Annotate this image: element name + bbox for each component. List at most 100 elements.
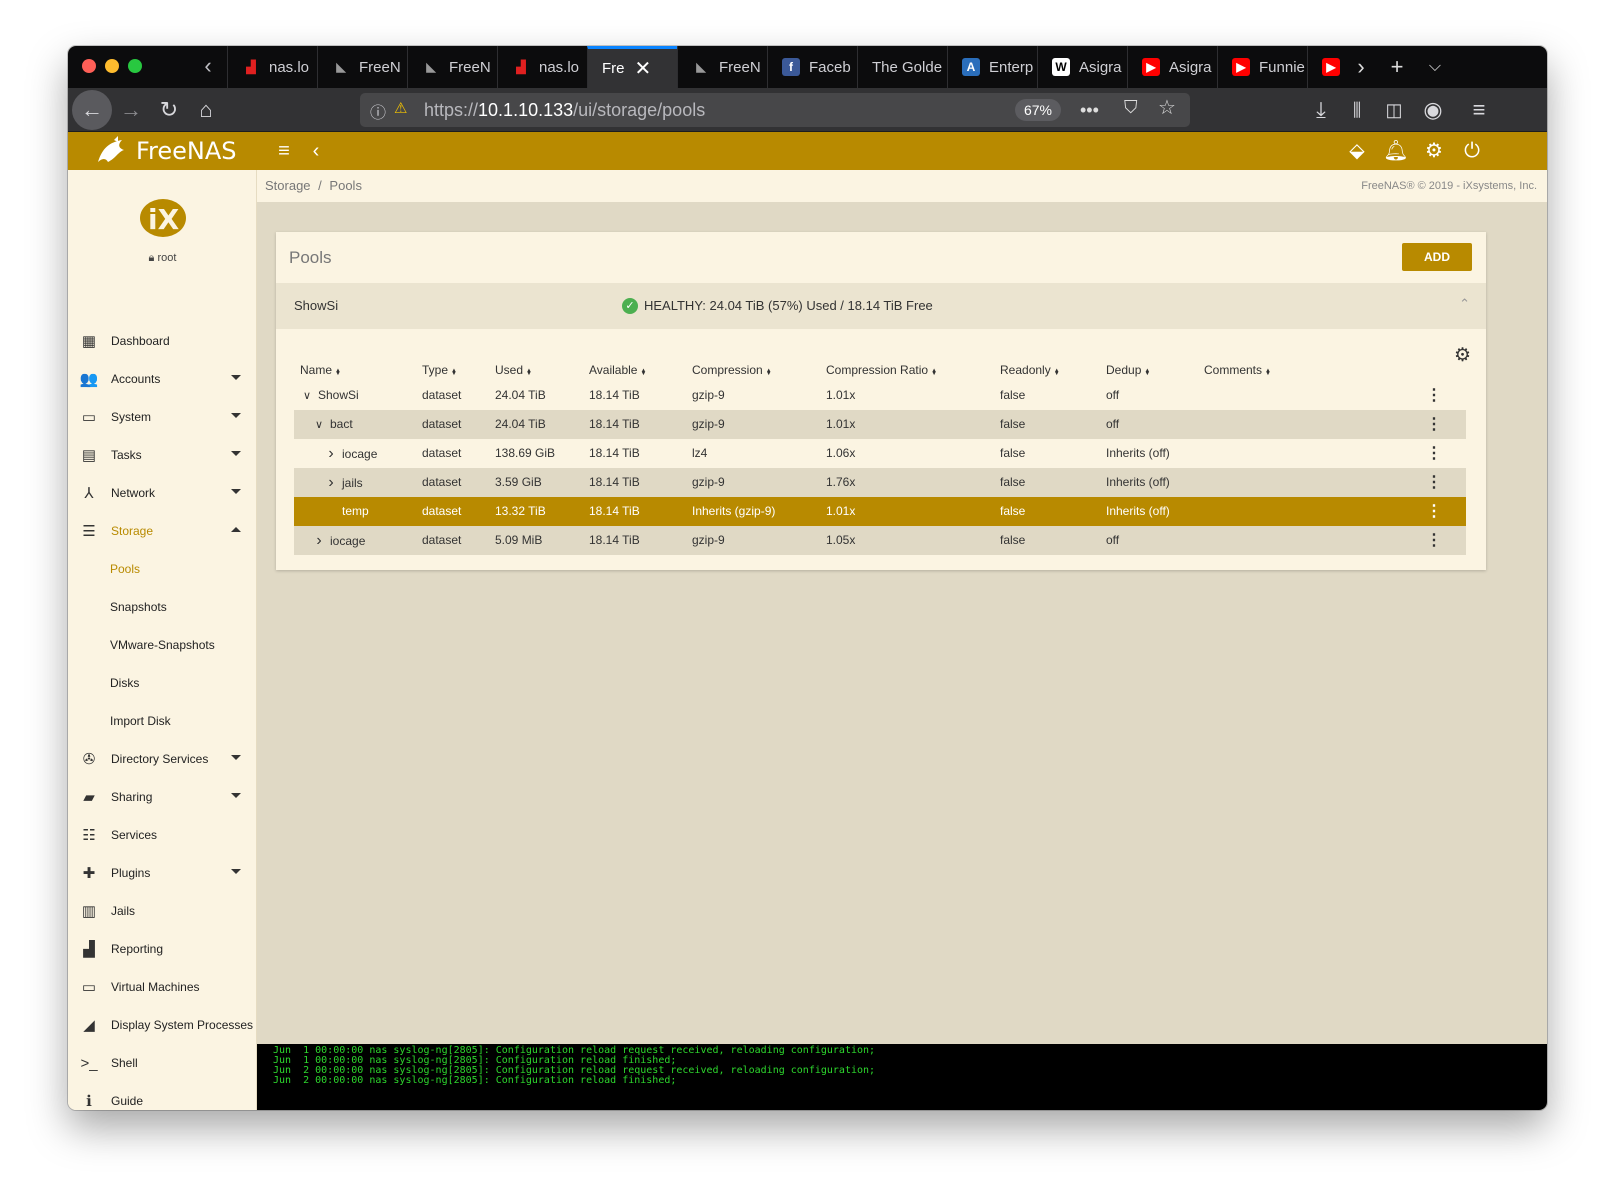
row-actions-kebab-icon[interactable]: ⋮ — [1426, 439, 1442, 468]
row-actions-kebab-icon[interactable]: ⋮ — [1426, 497, 1442, 526]
cell-type: dataset — [422, 475, 462, 489]
table-row[interactable]: ∨ bact dataset 24.04 TiB 18.14 TiB gzip-9 1.01… — [294, 410, 1466, 439]
browser-tab[interactable]: ◣ FreeN — [317, 46, 407, 88]
browser-menu-icon[interactable]: ≡ — [1460, 92, 1498, 128]
sidebar-item-tasks[interactable]: ▤ Tasks — [68, 436, 257, 474]
sidebar-item-plugins[interactable]: ✚ Plugins — [68, 854, 257, 892]
sidebar-item-display-system-processes[interactable]: ◢ Display System Processes — [68, 1006, 257, 1044]
sidebar-item-directory-services[interactable]: ✇ Directory Services — [68, 740, 257, 778]
tab-list-chevron-down-icon[interactable]: ⌵ — [1418, 46, 1452, 88]
page-actions-ellipsis-icon[interactable]: ••• — [1080, 93, 1099, 127]
site-info-icon[interactable]: ⓘ — [370, 99, 386, 123]
sidebar-item-jails[interactable]: ▥ Jails — [68, 892, 257, 930]
zoom-level-badge[interactable]: 67% — [1015, 99, 1061, 121]
row-actions-kebab-icon[interactable]: ⋮ — [1426, 410, 1442, 439]
browser-tab[interactable]: ▟ nas.lo — [227, 46, 317, 88]
sidebar-item-system[interactable]: ▭ System — [68, 398, 257, 436]
browser-tab[interactable]: ▟ nas.lo — [497, 46, 587, 88]
column-header-compression[interactable]: Compression ▲▼ — [692, 363, 772, 377]
bookmark-star-icon[interactable]: ☆ — [1158, 95, 1176, 120]
column-header-comments[interactable]: Comments ▲▼ — [1204, 363, 1271, 377]
browser-tab[interactable]: Fre ✕ — [587, 46, 677, 88]
chevron-down-icon[interactable]: ∨ — [300, 382, 314, 411]
column-header-type[interactable]: Type ▲▼ — [422, 363, 457, 377]
column-header-available[interactable]: Available ▲▼ — [589, 363, 646, 377]
browser-tab[interactable]: ▶ Funnie — [1217, 46, 1307, 88]
table-row[interactable]: › iocage dataset 138.69 GiB 18.14 TiB lz4 1.06… — [294, 439, 1466, 468]
cell-compression: gzip-9 — [692, 417, 725, 431]
sidebar-item-storage[interactable]: ☰ Storage — [68, 512, 257, 550]
sidebar-item-accounts[interactable]: 👥 Accounts — [68, 360, 257, 398]
settings-gear-icon[interactable]: ⚙ — [1420, 137, 1448, 165]
browser-tab[interactable]: ▶ Asigra — [1127, 46, 1217, 88]
sidebar-subitem-snapshots[interactable]: Snapshots — [110, 588, 167, 626]
chevron-down-icon[interactable]: ∨ — [312, 411, 326, 440]
sidebar-subitem-import-disk[interactable]: Import Disk — [110, 702, 171, 740]
browser-tab[interactable]: ◣ FreeN — [677, 46, 767, 88]
sidebar-item-shell[interactable]: >_ Shell — [68, 1044, 257, 1082]
sidebar-subitem-vmware-snapshots[interactable]: VMware-Snapshots — [110, 626, 215, 664]
insecure-lock-warning-icon[interactable]: ⚠ — [394, 99, 407, 117]
browser-tab[interactable]: f Faceb — [767, 46, 857, 88]
row-actions-kebab-icon[interactable]: ⋮ — [1426, 381, 1442, 410]
chevron-right-icon[interactable]: › — [324, 439, 338, 468]
sidebar-item-reporting[interactable]: ▟ Reporting — [68, 930, 257, 968]
table-row[interactable]: › iocage dataset 5.09 MiB 18.14 TiB gzip-9 1.0… — [294, 526, 1466, 555]
downloads-icon[interactable]: ⤓ — [1302, 92, 1340, 128]
row-actions-kebab-icon[interactable]: ⋮ — [1426, 526, 1442, 555]
url-bar[interactable]: ⓘ ⚠ https://10.1.10.133/ui/storage/pools… — [360, 93, 1190, 127]
task-manager-icon[interactable]: ⬙ — [1343, 137, 1371, 165]
browser-tab[interactable]: ▶O — [1307, 46, 1347, 88]
table-settings-gear-icon[interactable]: ⚙ — [1454, 344, 1471, 367]
new-tab-icon[interactable]: + — [1380, 46, 1414, 88]
pocket-icon[interactable]: ⛉ — [1124, 97, 1138, 118]
column-header-dedup[interactable]: Dedup ▲▼ — [1106, 363, 1150, 377]
library-icon[interactable]: ⫼ — [1338, 92, 1376, 128]
copyright-text: FreeNAS® © 2019 - iXsystems, Inc. — [1361, 180, 1537, 192]
column-header-readonly[interactable]: Readonly ▲▼ — [1000, 363, 1060, 377]
close-tab-icon[interactable]: ✕ — [635, 56, 652, 81]
collapse-chevron-up-icon[interactable]: ⌃ — [1459, 296, 1470, 312]
power-icon[interactable]: ⏻ — [1458, 137, 1486, 165]
reload-icon[interactable]: ↻ — [150, 92, 188, 128]
browser-tab[interactable]: W Asigra — [1037, 46, 1127, 88]
tab-scroll-right-icon[interactable]: › — [1344, 46, 1378, 88]
browser-tab[interactable]: The Golde — [857, 46, 947, 88]
sidebar-item-dashboard[interactable]: ▦ Dashboard — [68, 322, 257, 360]
table-row[interactable]: temp dataset 13.32 TiB 18.14 TiB Inherits (g… — [294, 497, 1466, 526]
sidebar-item-sharing[interactable]: ▰ Sharing — [68, 778, 257, 816]
minimize-window-icon[interactable] — [105, 59, 119, 73]
sidebar-subitem-disks[interactable]: Disks — [110, 664, 139, 702]
close-window-icon[interactable] — [82, 59, 96, 73]
sidebar-item-virtual-machines[interactable]: ▭ Virtual Machines — [68, 968, 257, 1006]
back-arrow-icon[interactable]: ← — [72, 90, 112, 130]
row-actions-kebab-icon[interactable]: ⋮ — [1426, 468, 1442, 497]
forward-arrow-icon[interactable]: → — [112, 92, 150, 128]
sidebar-item-services[interactable]: ☷ Services — [68, 816, 257, 854]
sidebar-toggle-icon[interactable]: ◫ — [1375, 92, 1413, 128]
table-row[interactable]: › jails dataset 3.59 GiB 18.14 TiB gzip-9 1.76… — [294, 468, 1466, 497]
browser-tab[interactable]: A Enterp — [947, 46, 1037, 88]
sidebar-subitem-pools[interactable]: Pools — [110, 550, 140, 588]
sidebar-item-guide[interactable]: ℹ Guide — [68, 1082, 257, 1110]
chevron-right-icon[interactable]: › — [324, 468, 338, 497]
pool-header[interactable]: ShowSi ✓ HEALTHY: 24.04 TiB (57%) Used /… — [276, 283, 1486, 329]
chevron-right-icon[interactable]: › — [312, 526, 326, 555]
notifications-bell-icon[interactable]: 🔔︎ — [1382, 137, 1410, 165]
add-pool-button[interactable]: ADD — [1402, 243, 1472, 271]
home-icon[interactable]: ⌂ — [187, 92, 225, 128]
breadcrumb-storage-link[interactable]: Storage — [265, 178, 311, 193]
browser-tab[interactable]: ◣ FreeN — [407, 46, 497, 88]
maximize-window-icon[interactable] — [128, 59, 142, 73]
column-header-ratio[interactable]: Compression Ratio ▲▼ — [826, 363, 937, 377]
freenas-logo[interactable]: FreeNAS — [94, 132, 237, 170]
tab-scroll-left-icon[interactable]: ‹ — [190, 46, 226, 88]
hamburger-menu-icon[interactable]: ≡ — [270, 137, 298, 165]
column-header-used[interactable]: Used ▲▼ — [495, 363, 532, 377]
table-row[interactable]: ∨ ShowSi dataset 24.04 TiB 18.14 TiB gzip-9 1.… — [294, 381, 1466, 410]
column-header-label: Available — [589, 363, 638, 377]
account-icon[interactable]: ◉ — [1414, 92, 1452, 128]
sidebar-item-network[interactable]: ⅄ Network — [68, 474, 257, 512]
collapse-sidebar-chevron-icon[interactable]: ‹ — [302, 137, 330, 165]
column-header-name[interactable]: Name ▲▼ — [300, 363, 341, 377]
